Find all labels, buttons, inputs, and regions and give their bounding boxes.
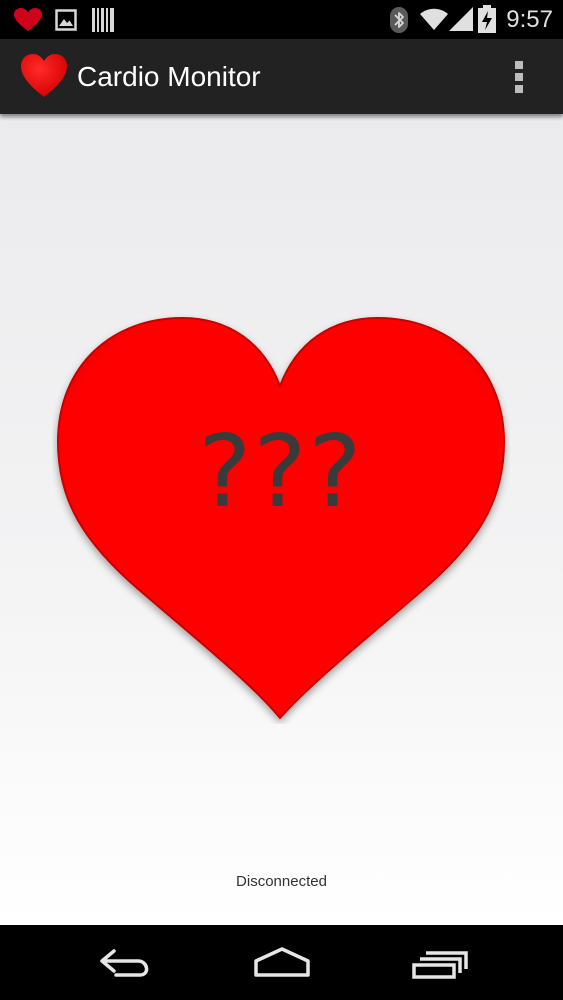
back-icon: [100, 949, 149, 977]
main-content: ??? Disconnected: [0, 114, 563, 925]
bluetooth-icon: [390, 7, 408, 33]
back-button[interactable]: [86, 937, 166, 989]
wifi-icon: [420, 8, 448, 30]
overflow-menu-dot: [515, 73, 523, 81]
status-bar: 9:57: [0, 0, 563, 39]
home-button[interactable]: [242, 937, 322, 989]
battery-charging-icon: [478, 5, 496, 33]
overflow-menu-icon: [515, 61, 523, 69]
app-title: Cardio Monitor: [77, 61, 261, 92]
connection-status: Disconnected: [236, 873, 327, 890]
overflow-menu-dot: [515, 85, 523, 93]
recent-apps-button[interactable]: [400, 937, 480, 989]
heart-rate-value: ???: [198, 413, 364, 530]
home-icon: [254, 947, 310, 977]
heart-rate-display: ???: [52, 314, 510, 724]
navigation-bar: [0, 925, 563, 1000]
heart-icon: [14, 8, 42, 31]
app-screen: 9:57 Cardio Monitor ??? Disconnected: [0, 0, 563, 1000]
overflow-menu-button[interactable]: [499, 57, 539, 97]
clock: 9:57: [506, 6, 553, 33]
action-bar: Cardio Monitor: [0, 39, 563, 114]
recent-apps-icon: [412, 951, 468, 979]
barcode-icon: [92, 8, 114, 32]
signal-icon: [449, 7, 473, 31]
image-icon: [55, 9, 77, 31]
heart-icon[interactable]: [20, 53, 68, 99]
